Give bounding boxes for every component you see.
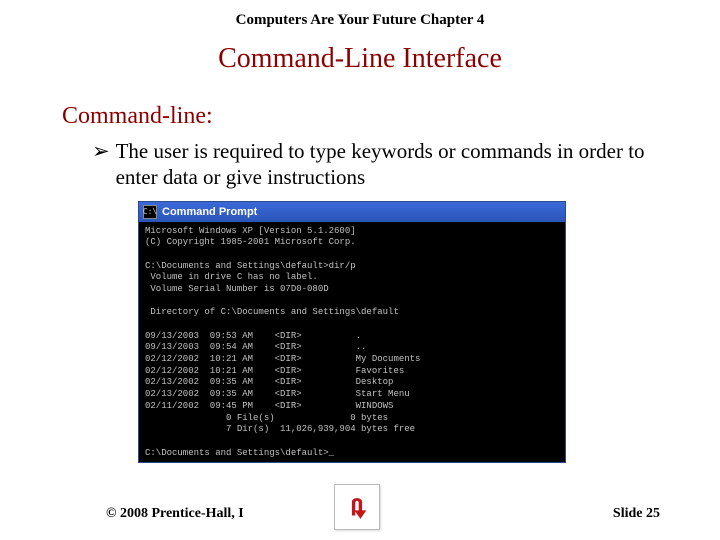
slide-footer: © 2008 Prentice-Hall, I Slide 25 [0, 506, 720, 522]
command-prompt-titlebar: C:\ Command Prompt [139, 202, 565, 222]
chapter-header: Computers Are Your Future Chapter 4 [0, 0, 720, 29]
command-prompt-icon: C:\ [143, 205, 157, 219]
command-prompt-window: C:\ Command Prompt Microsoft Windows XP … [138, 201, 566, 463]
slide-title: Command-Line Interface [0, 29, 720, 75]
bullet-list: ➢ The user is required to type keywords … [0, 130, 720, 191]
bullet-text: The user is required to type keywords or… [116, 138, 664, 191]
command-prompt-title: Command Prompt [162, 206, 257, 218]
bullet-item: ➢ The user is required to type keywords … [92, 138, 664, 191]
bullet-glyph-icon: ➢ [92, 138, 110, 191]
slide-number: Slide 25 [613, 506, 660, 522]
command-prompt-body: Microsoft Windows XP [Version 5.1.2600] … [139, 222, 565, 462]
section-heading: Command-line: [0, 75, 720, 130]
copyright-text: © 2008 Prentice-Hall, I [106, 506, 244, 522]
